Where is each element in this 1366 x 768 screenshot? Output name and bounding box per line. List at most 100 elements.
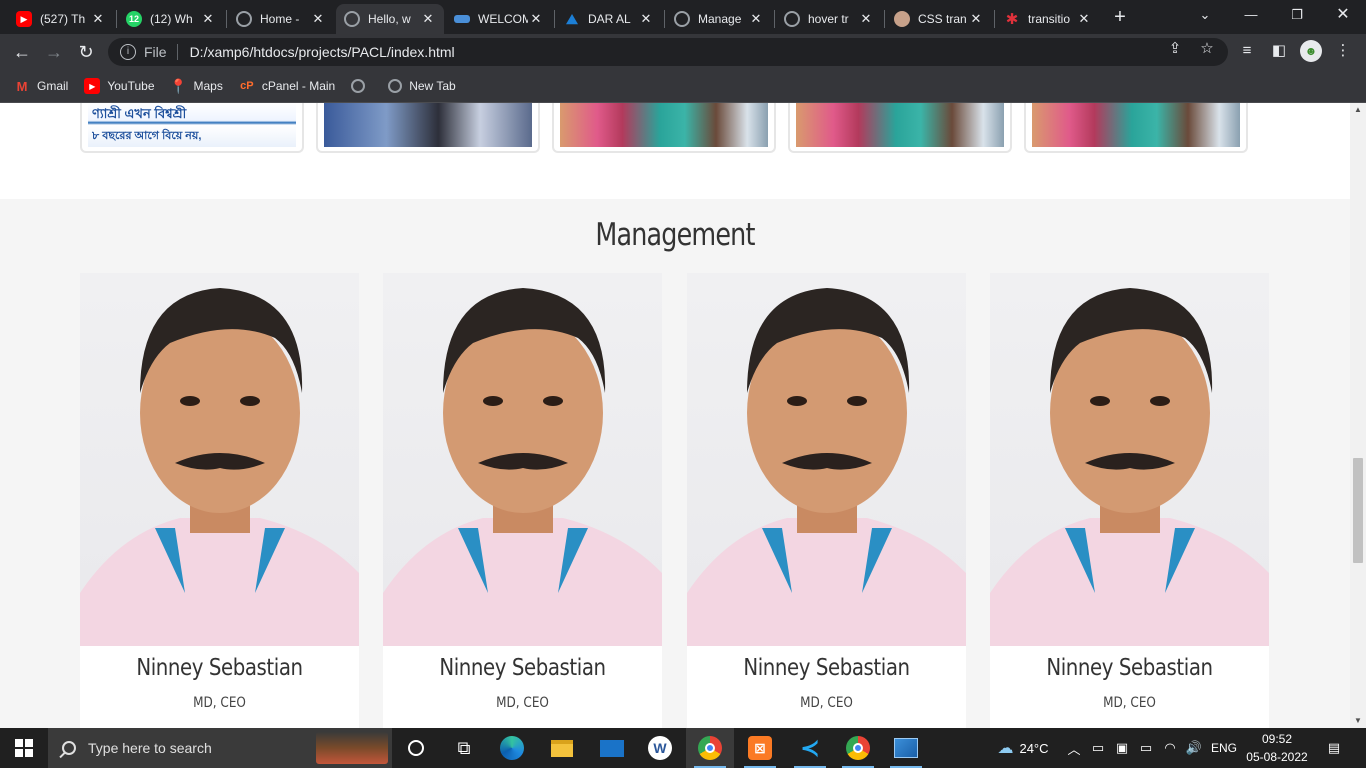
team-card[interactable]: Ninney Sebastian MD, CEO <box>383 273 662 728</box>
system-clock[interactable]: 09:52 05-08-2022 <box>1244 730 1310 766</box>
scheme-label: File <box>144 44 167 60</box>
page-scrollbar[interactable]: ▲ ▼ <box>1350 103 1366 728</box>
tab-title: Manage <box>698 12 742 26</box>
tab-welcome[interactable]: WELCOM ✕ <box>446 4 552 34</box>
bookmark-cpanel[interactable]: cP cPanel - Main <box>239 78 335 94</box>
forward-button[interactable]: → <box>40 38 68 66</box>
tab-manage[interactable]: Manage ✕ <box>666 4 772 34</box>
photos-app[interactable] <box>882 728 930 768</box>
close-icon[interactable]: ✕ <box>200 11 216 27</box>
windows-taskbar: Type here to search ⧉ W ⊠ ≺ ☁ 24°C ︿ ▭ ▣… <box>0 728 1366 768</box>
edge-icon <box>500 736 524 760</box>
weather-cloud-icon: ☁ <box>997 740 1014 757</box>
globe-icon <box>344 11 360 27</box>
team-photo <box>990 273 1269 646</box>
gallery-image <box>796 103 1004 147</box>
close-icon[interactable]: ✕ <box>310 11 326 27</box>
restore-button[interactable]: ❐ <box>1274 0 1320 30</box>
scroll-down-arrow-icon[interactable]: ▼ <box>1350 714 1366 728</box>
tab-whatsapp[interactable]: 12 (12) Wh ✕ <box>118 4 224 34</box>
word-app[interactable]: W <box>636 728 684 768</box>
task-view-button[interactable] <box>392 728 440 768</box>
language-indicator[interactable]: ENG <box>1208 728 1240 768</box>
gallery-thumb[interactable] <box>316 103 540 153</box>
minimize-button[interactable]: — <box>1228 0 1274 30</box>
weather-temp: 24°C <box>1019 740 1049 756</box>
globe-icon <box>674 11 690 27</box>
team-card[interactable]: Ninney Sebastian MD, CEO <box>990 273 1269 728</box>
bookmark-gmail[interactable]: M Gmail <box>14 78 69 94</box>
notifications-icon[interactable]: ▤ <box>1318 728 1350 768</box>
tab-transition[interactable]: ✱ transitio ✕ <box>996 4 1100 34</box>
share-icon[interactable]: ⇪ <box>1166 40 1184 58</box>
team-card[interactable]: Ninney Sebastian MD, CEO <box>80 273 359 728</box>
side-panel-icon[interactable]: ◧ <box>1268 40 1290 62</box>
team-card[interactable]: Ninney Sebastian MD, CEO <box>687 273 966 728</box>
gallery-banner-text: ৮ বছরের আগে বিয়ে নয়, <box>92 130 202 142</box>
vscode-app[interactable]: ≺ <box>786 728 834 768</box>
tab-title: DAR AL <box>588 12 631 26</box>
team-photo <box>687 273 966 646</box>
edge-app[interactable] <box>488 728 536 768</box>
chrome-app[interactable] <box>686 728 734 768</box>
close-icon[interactable]: ✕ <box>528 11 544 27</box>
gallery-thumb[interactable] <box>788 103 1012 153</box>
tab-youtube[interactable]: ▶ (527) Th ✕ <box>8 4 114 34</box>
close-icon[interactable]: ✕ <box>748 11 764 27</box>
bookmark-label: cPanel - Main <box>261 79 336 93</box>
bookmark-star-icon[interactable]: ☆ <box>1198 40 1216 58</box>
tab-home[interactable]: Home - ✕ <box>228 4 334 34</box>
battery-icon[interactable]: ▭ <box>1136 728 1156 768</box>
bookmark-label: Maps <box>193 79 223 93</box>
address-bar[interactable]: i File D:/xamp6/htdocs/projects/PACL/ind… <box>108 38 1228 66</box>
scroll-thumb[interactable] <box>1353 458 1363 563</box>
bookmark-maps[interactable]: 📍 Maps <box>170 78 223 94</box>
reload-button[interactable]: ↻ <box>72 38 100 66</box>
weather-widget[interactable]: ☁ 24°C <box>988 728 1058 768</box>
bookmark-youtube[interactable]: ▶ YouTube <box>84 78 155 94</box>
bookmark-new-tab[interactable]: New Tab <box>388 79 456 93</box>
chevron-up-icon[interactable]: ︿ <box>1064 728 1084 768</box>
volume-icon[interactable]: 🔊 <box>1184 728 1204 768</box>
close-icon[interactable]: ✕ <box>420 11 436 27</box>
team-member-role: MD, CEO <box>1103 695 1156 711</box>
team-member-role: MD, CEO <box>496 695 549 711</box>
close-icon[interactable]: ✕ <box>968 11 984 27</box>
gallery-thumb[interactable] <box>552 103 776 153</box>
close-icon[interactable]: ✕ <box>1076 11 1092 27</box>
close-window-button[interactable]: ✕ <box>1320 0 1366 30</box>
mail-app[interactable] <box>588 728 636 768</box>
task-view-icon[interactable]: ⧉ <box>440 728 488 768</box>
tab-hello-active[interactable]: Hello, w ✕ <box>336 4 444 34</box>
close-icon[interactable]: ✕ <box>90 11 106 27</box>
bookmark-label: New Tab <box>409 79 456 93</box>
team-photo <box>383 273 662 646</box>
close-icon[interactable]: ✕ <box>858 11 874 27</box>
reading-list-icon[interactable]: ≡ <box>1236 40 1258 62</box>
gallery-section: ণ্যাশ্রী এখন বিশ্বশ্রী ৮ বছরের আগে বিয়ে… <box>0 103 1350 199</box>
tray-app-icon[interactable]: ▣ <box>1112 728 1132 768</box>
xampp-app[interactable]: ⊠ <box>736 728 784 768</box>
taskbar-search-box[interactable]: Type here to search <box>48 728 392 768</box>
cpanel-icon: cP <box>240 80 254 92</box>
bookmark-globe[interactable] <box>351 79 372 93</box>
info-icon[interactable]: i <box>120 44 136 60</box>
wifi-icon[interactable]: ◠ <box>1160 728 1180 768</box>
profile-avatar[interactable]: ☻ <box>1300 40 1322 62</box>
tab-search-chevron-icon[interactable]: ⌄ <box>1182 0 1228 30</box>
scroll-up-arrow-icon[interactable]: ▲ <box>1350 103 1366 117</box>
windows-start-button[interactable] <box>0 728 48 768</box>
gallery-thumb[interactable] <box>1024 103 1248 153</box>
new-tab-button[interactable]: + <box>1108 4 1132 30</box>
back-button[interactable]: ← <box>8 38 36 66</box>
close-icon[interactable]: ✕ <box>638 11 654 27</box>
chrome-profile-app[interactable] <box>834 728 882 768</box>
tab-css-transition[interactable]: CSS tran ✕ <box>886 4 992 34</box>
tab-hover[interactable]: hover tr ✕ <box>776 4 882 34</box>
tab-dar-al[interactable]: ⛰ DAR AL ✕ <box>556 4 662 34</box>
gallery-thumb[interactable]: ণ্যাশ্রী এখন বিশ্বশ্রী ৮ বছরের আগে বিয়ে… <box>80 103 304 153</box>
globe-icon <box>784 11 800 27</box>
meet-now-icon[interactable]: ▭ <box>1088 728 1108 768</box>
menu-kebab-icon[interactable]: ⋮ <box>1332 40 1354 62</box>
file-explorer-app[interactable] <box>538 728 586 768</box>
